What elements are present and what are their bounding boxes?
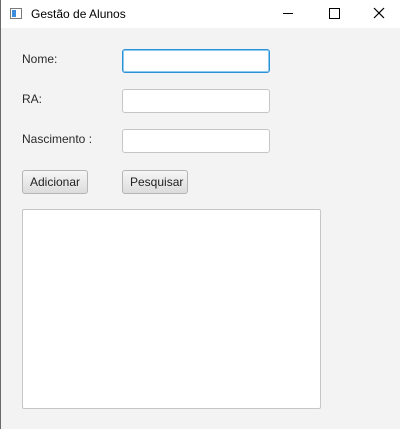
- ra-label: RA:: [22, 92, 43, 106]
- close-button[interactable]: [356, 0, 400, 28]
- app-window-icon: [10, 8, 22, 19]
- title-bar[interactable]: Gestão de Alunos: [1, 0, 400, 28]
- ra-input[interactable]: [122, 89, 270, 113]
- pesquisar-button[interactable]: Pesquisar: [122, 170, 188, 194]
- close-icon: [373, 7, 385, 19]
- nome-label: Nome:: [22, 52, 58, 66]
- adicionar-button[interactable]: Adicionar: [22, 170, 88, 194]
- nascimento-input[interactable]: [122, 129, 270, 153]
- window-title: Gestão de Alunos: [31, 7, 126, 21]
- nascimento-label: Nascimento :: [22, 132, 93, 146]
- maximize-button[interactable]: [311, 0, 357, 28]
- results-textarea[interactable]: [22, 209, 321, 409]
- nome-input[interactable]: [122, 49, 270, 73]
- minimize-button[interactable]: [265, 0, 311, 28]
- app-window: Gestão de Alunos Nome: RA: Nascimento : …: [0, 0, 400, 429]
- form-panel: Nome: RA: Nascimento : Adicionar Pesquis…: [1, 28, 400, 429]
